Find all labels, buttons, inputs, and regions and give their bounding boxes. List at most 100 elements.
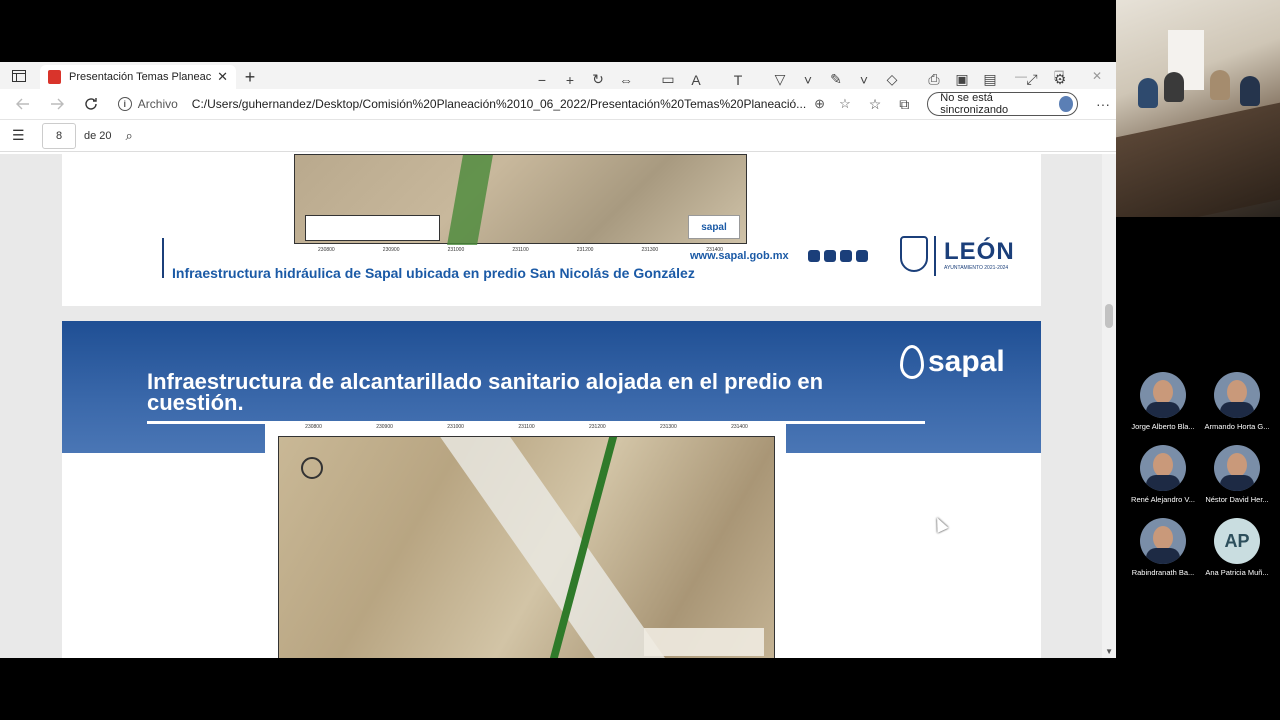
sapal-website: www.sapal.gob.mx: [690, 250, 789, 262]
map-tick: 230800: [305, 424, 322, 430]
tab-title: Presentación Temas Planeación.p: [69, 71, 212, 83]
map-tick: 231200: [589, 424, 606, 430]
instagram-icon: [824, 250, 836, 262]
leon-logo-title: LEÓN: [944, 238, 1015, 265]
sync-label: No se está sincronizando: [940, 92, 1009, 116]
participant-tile[interactable]: René Alejandro V...: [1126, 445, 1200, 504]
map-tick: 231000: [447, 424, 464, 430]
address-bar: i Archivo C:/Users/guhernandez/Desktop/C…: [0, 89, 1116, 120]
participant-tile[interactable]: Armando Horta G...: [1200, 372, 1274, 431]
draw-icon[interactable]: ▽: [766, 71, 794, 88]
screen: Presentación Temas Planeación.p ✕ + — ❐ …: [0, 0, 1280, 720]
more-menu-icon[interactable]: ···: [1096, 96, 1110, 112]
fit-width-icon[interactable]: ⇔: [612, 72, 640, 88]
participant-name: Ana Patricia Muñ...: [1205, 568, 1269, 577]
profile-avatar: [1058, 96, 1074, 112]
participant-name: Rabindranath Ba...: [1131, 568, 1195, 577]
url-prefix: Archivo: [137, 97, 178, 111]
map-tick: 230900: [376, 424, 393, 430]
search-icon[interactable]: ⌕: [126, 128, 133, 144]
pdf-viewer: sapal 230800 230900 231000 231100 231200…: [0, 154, 1116, 658]
map-label-box: [644, 628, 764, 656]
collections-icon[interactable]: ⧉: [899, 96, 909, 113]
tab-presentation[interactable]: Presentación Temas Planeación.p ✕: [40, 65, 236, 89]
draw-dropdown-icon[interactable]: ˅: [794, 72, 822, 88]
print-icon[interactable]: ⎙: [920, 71, 948, 88]
water-drop-icon: [900, 345, 924, 379]
caption-accent-bar: [162, 238, 164, 278]
page-view-icon[interactable]: ▭: [654, 71, 682, 88]
pdf-file-icon: [48, 70, 61, 84]
sapal-logo-text: sapal: [928, 345, 1005, 378]
page-number-input[interactable]: 8: [42, 122, 76, 149]
settings-icon[interactable]: ⚙: [1046, 71, 1074, 88]
url-field[interactable]: i Archivo C:/Users/guhernandez/Desktop/C…: [117, 91, 851, 117]
info-icon[interactable]: i: [117, 97, 132, 111]
vertical-scrollbar[interactable]: ▼: [1102, 154, 1116, 658]
participant-name: Jorge Alberto Bla...: [1131, 422, 1195, 431]
facebook-icon: [808, 250, 820, 262]
map-tick: 231200: [576, 247, 594, 253]
tab-actions-icon[interactable]: [0, 62, 38, 89]
read-aloud-icon[interactable]: A: [682, 72, 710, 88]
sapal-logo: sapal: [900, 345, 1005, 379]
zoom-out-icon[interactable]: −: [528, 72, 556, 88]
url-text[interactable]: C:/Users/guhernandez/Desktop/Comisión%20…: [192, 97, 806, 111]
fullscreen-icon[interactable]: ⤢: [1018, 71, 1046, 88]
slide-title: Infraestructura de alcantarillado sanita…: [147, 369, 824, 415]
tab-close-button[interactable]: ✕: [217, 69, 228, 85]
avatar: [1140, 372, 1186, 418]
forward-button[interactable]: [40, 90, 74, 118]
zoom-in-icon[interactable]: +: [556, 72, 584, 88]
page-total: de 20: [84, 129, 112, 142]
highlight-icon[interactable]: ✎: [822, 71, 850, 88]
slide-caption: Infraestructura hidráulica de Sapal ubic…: [172, 265, 695, 281]
back-button[interactable]: [6, 90, 40, 118]
leon-divider: [934, 236, 936, 276]
text-box-icon[interactable]: T: [724, 72, 752, 88]
social-icons: [808, 250, 868, 262]
youtube-icon: [856, 250, 868, 262]
avatar: [1214, 445, 1260, 491]
refresh-button[interactable]: [74, 90, 108, 118]
zoom-icon[interactable]: ⊕: [814, 96, 825, 112]
participant-tile[interactable]: AP Ana Patricia Muñ...: [1200, 518, 1274, 577]
participant-name: Néstor David Her...: [1205, 495, 1269, 504]
participant-tile[interactable]: Jorge Alberto Bla...: [1126, 372, 1200, 431]
save-as-icon[interactable]: ▤: [976, 71, 1004, 88]
favorite-add-icon[interactable]: ☆: [839, 96, 851, 112]
participant-name: René Alejandro V...: [1131, 495, 1195, 504]
avatar: [1140, 518, 1186, 564]
pdf-page-previous: sapal 230800 230900 231000 231100 231200…: [62, 154, 1041, 306]
eraser-icon[interactable]: ◇: [878, 71, 906, 88]
map-ticks: 230800 230900 231000 231100 231200 23130…: [294, 247, 747, 253]
compass-icon: [301, 457, 323, 479]
pdf-toolbar: ☰ 8 de 20 ⌕: [0, 120, 1116, 152]
save-icon[interactable]: ▣: [948, 71, 976, 88]
scroll-thumb[interactable]: [1105, 304, 1113, 328]
map-tick: 231300: [641, 247, 659, 253]
avatar: [1140, 445, 1186, 491]
participant-tile[interactable]: Néstor David Her...: [1200, 445, 1274, 504]
map-image-sewer: [278, 436, 775, 658]
leon-crest-icon: [900, 236, 928, 272]
scroll-down-icon[interactable]: ▼: [1105, 647, 1113, 656]
favorites-icon[interactable]: ☆: [869, 96, 882, 113]
leon-logo-subtitle: AYUNTAMIENTO 2021-2024: [944, 265, 1009, 271]
map-tick: 231300: [660, 424, 677, 430]
map-ticks: 230800 230900 231000 231100 231200 23130…: [278, 424, 775, 430]
participant-tile[interactable]: Rabindranath Ba...: [1126, 518, 1200, 577]
sync-button[interactable]: No se está sincronizando: [927, 92, 1079, 116]
map-tick: 231100: [518, 424, 535, 430]
pdf-page-current: Infraestructura de alcantarillado sanita…: [62, 321, 1041, 658]
map-tick: 230900: [382, 247, 400, 253]
new-tab-button[interactable]: +: [236, 65, 264, 89]
close-window-button[interactable]: ✕: [1078, 62, 1116, 89]
map-tick: 231000: [447, 247, 465, 253]
sapal-map-logo: sapal: [688, 215, 740, 239]
rotate-icon[interactable]: ↻: [584, 71, 612, 88]
map-tick: 230800: [318, 247, 335, 253]
table-of-contents-icon[interactable]: ☰: [12, 127, 28, 144]
highlight-dropdown-icon[interactable]: ˅: [850, 72, 878, 88]
map-image-hydraulic: sapal: [294, 154, 747, 245]
